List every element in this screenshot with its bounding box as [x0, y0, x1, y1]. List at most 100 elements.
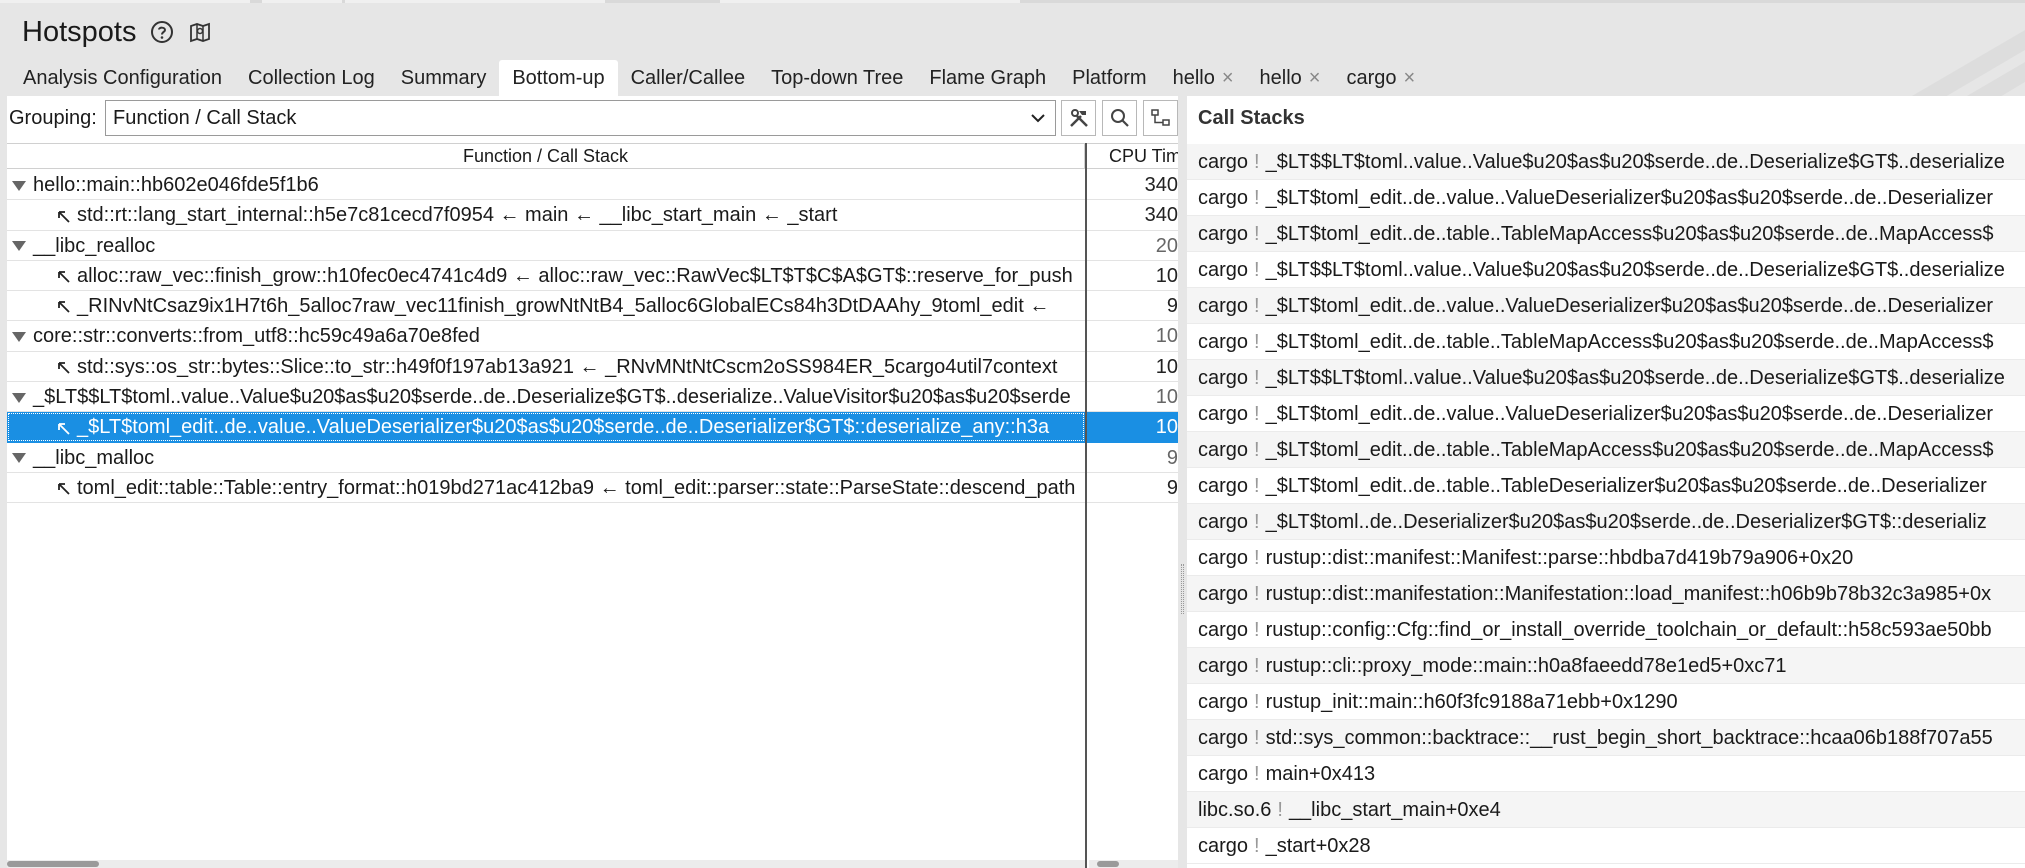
close-icon[interactable]: × — [1309, 60, 1321, 96]
column-divider[interactable] — [1085, 143, 1087, 868]
expand-triangle-icon[interactable] — [12, 392, 26, 403]
expand-triangle-icon[interactable] — [12, 180, 26, 191]
frame-separator: ! — [1254, 151, 1260, 173]
tab-cargo[interactable]: cargo × — [1333, 60, 1428, 96]
call-stack-frame[interactable]: cargo! rustup::config::Cfg::find_or_insta… — [1187, 612, 2025, 648]
function-cell: hello::main::hb602e046fde5f1b6 — [7, 170, 1085, 200]
frame-module: cargo — [1198, 331, 1249, 353]
frame-module: cargo — [1198, 655, 1249, 677]
table-row-call-stack[interactable]: _RINvNtCsaz9ix1H7t6h_5alloc7raw_vec11fin… — [7, 291, 1178, 322]
call-stack-frame[interactable]: cargo! _start+0x28 — [1187, 828, 2025, 864]
tab-top-down-tree[interactable]: Top-down Tree — [758, 60, 916, 96]
tab-label: hello — [1259, 67, 1302, 89]
scrollbar-thumb[interactable] — [7, 861, 99, 867]
function-name: toml_edit::table::Table::entry_format::h… — [77, 476, 1076, 499]
call-stack-frame[interactable]: cargo! _$LT$$LT$toml..value..Value$u20$as… — [1187, 360, 2025, 396]
tab-label: hello — [1172, 67, 1215, 89]
tab-hello[interactable]: hello × — [1160, 60, 1247, 96]
tab-bottom-up[interactable]: Bottom-up — [499, 60, 618, 96]
horizontal-scrollbar-cpu[interactable] — [1089, 860, 1178, 868]
top-strip-segment — [720, 0, 1020, 3]
expand-triangle-icon[interactable] — [12, 332, 26, 343]
frame-module: cargo — [1198, 835, 1249, 857]
frame-module: cargo — [1198, 151, 1249, 173]
tab-collection-log[interactable]: Collection Log — [235, 60, 388, 96]
table-row-function[interactable]: hello::main::hb602e046fde5f1b6 340 — [7, 170, 1178, 201]
grouping-select[interactable]: Function / Call Stack — [105, 100, 1056, 136]
frame-function: _$LT$$LT$toml..value..Value$u20$as$u20$s… — [1265, 367, 2005, 389]
close-icon[interactable]: × — [1222, 60, 1234, 96]
splitter-grip[interactable] — [1181, 564, 1184, 614]
frame-separator: ! — [1254, 187, 1260, 209]
horizontal-scrollbar[interactable] — [7, 860, 1085, 868]
table-row-function[interactable]: core::str::converts::from_utf8::hc59c49a… — [7, 321, 1178, 352]
frame-function: __libc_start_main+0xe4 — [1288, 799, 1501, 821]
table-row-call-stack[interactable]: std::sys::os_str::bytes::Slice::to_str::… — [7, 352, 1178, 383]
function-name: _$LT$$LT$toml..value..Value$u20$as$u20$s… — [33, 386, 1071, 409]
close-icon[interactable]: × — [1404, 60, 1416, 96]
call-stack-frame[interactable]: cargo! _$LT$toml_edit..de..value..ValueDe… — [1187, 396, 2025, 432]
tools-button[interactable] — [1061, 100, 1096, 136]
cpu-time-cell: 10 — [1155, 386, 1178, 409]
map-icon[interactable] — [188, 20, 212, 44]
table-row-call-stack[interactable]: alloc::raw_vec::finish_grow::h10fec0ec47… — [7, 261, 1178, 292]
frame-module: cargo — [1198, 475, 1249, 497]
caller-arrow-icon — [55, 473, 73, 503]
frame-module: cargo — [1198, 295, 1249, 317]
column-header-function[interactable]: Function / Call Stack — [7, 144, 1085, 168]
tab-hello[interactable]: hello × — [1247, 60, 1334, 96]
call-stacks-panel: Call Stacks cargo! _$LT$$LT$toml..value..… — [1187, 96, 2025, 868]
call-stack-frame[interactable]: libc.so.6! __libc_start_main+0xe4 — [1187, 792, 2025, 828]
frame-separator: ! — [1254, 331, 1260, 353]
table-row-function[interactable]: __libc_malloc 9 — [7, 443, 1178, 473]
expand-triangle-icon[interactable] — [12, 241, 26, 252]
call-stack-frame[interactable]: cargo! _$LT$$LT$toml..value..Value$u20$as… — [1187, 144, 2025, 180]
tab-label: Collection Log — [248, 67, 375, 89]
scrollbar-thumb[interactable] — [1097, 861, 1119, 867]
call-stack-frame[interactable]: cargo! _$LT$toml..de..Deserializer$u20$as… — [1187, 504, 2025, 540]
call-stack-frame[interactable]: cargo! main+0x413 — [1187, 756, 2025, 792]
call-stack-frame[interactable]: cargo! rustup::dist::manifestation::Manif… — [1187, 576, 2025, 612]
call-stack-frame[interactable]: cargo! rustup::dist::manifest::Manifest::… — [1187, 540, 2025, 576]
cpu-time-cell: 10 — [1155, 264, 1178, 287]
help-circle-icon[interactable] — [150, 20, 174, 44]
grid-body: hello::main::hb602e046fde5f1b6 340 std::rt… — [7, 170, 1178, 504]
frame-module: cargo — [1198, 511, 1249, 533]
expand-triangle-icon[interactable] — [12, 453, 26, 464]
title-bar: Hotspots — [22, 12, 212, 52]
call-stack-frame[interactable]: cargo! rustup::cli::proxy_mode::main::h0a… — [1187, 648, 2025, 684]
frame-function: _$LT$$LT$toml..value..Value$u20$as$u20$s… — [1265, 151, 2005, 173]
tab-analysis-configuration[interactable]: Analysis Configuration — [10, 60, 235, 96]
table-row-function[interactable]: __libc_realloc 20 — [7, 231, 1178, 261]
pane-splitter[interactable] — [1178, 96, 1187, 868]
call-stacks-title: Call Stacks — [1198, 107, 1305, 129]
call-stack-frame[interactable]: cargo! _$LT$$LT$toml..value..Value$u20$as… — [1187, 252, 2025, 288]
tab-summary[interactable]: Summary — [388, 60, 500, 96]
function-name: _$LT$toml_edit..de..value..ValueDeserial… — [77, 416, 1050, 439]
table-row-call-stack[interactable]: _$LT$toml_edit..de..value..ValueDeserial… — [7, 412, 1178, 443]
frame-module: cargo — [1198, 619, 1249, 641]
call-stack-frame[interactable]: cargo! _$LT$toml_edit..de..table..TableMa… — [1187, 324, 2025, 360]
frame-module: cargo — [1198, 187, 1249, 209]
call-stack-frame[interactable]: cargo! _$LT$toml_edit..de..table..TableDe… — [1187, 468, 2025, 504]
call-stack-frame[interactable]: cargo! std::sys_common::backtrace::__rust… — [1187, 720, 2025, 756]
call-stack-frame[interactable]: cargo! rustup_init::main::h60f3fc9188a71e… — [1187, 684, 2025, 720]
call-stack-frame[interactable]: cargo! _$LT$toml_edit..de..table..TableMa… — [1187, 432, 2025, 468]
frame-module: cargo — [1198, 763, 1249, 785]
cpu-time-cell: 9 — [1166, 446, 1178, 469]
top-strip-segment — [0, 0, 250, 3]
table-row-call-stack[interactable]: toml_edit::table::Table::entry_format::h… — [7, 473, 1178, 504]
call-stack-frame[interactable]: cargo! _$LT$toml_edit..de..value..ValueDe… — [1187, 288, 2025, 324]
tree-view-button[interactable] — [1143, 100, 1178, 136]
caller-arrow-icon — [55, 200, 73, 230]
table-row-call-stack[interactable]: std::rt::lang_start_internal::h5e7c81cec… — [7, 200, 1178, 231]
call-stack-frame[interactable]: cargo! _$LT$toml_edit..de..table..TableMa… — [1187, 216, 2025, 252]
tab-flame-graph[interactable]: Flame Graph — [916, 60, 1059, 96]
search-button[interactable] — [1102, 100, 1137, 136]
tab-caller-callee[interactable]: Caller/Callee — [618, 60, 759, 96]
table-row-function[interactable]: _$LT$$LT$toml..value..Value$u20$as$u20$s… — [7, 382, 1178, 413]
frame-separator: ! — [1254, 475, 1260, 497]
tab-platform[interactable]: Platform — [1059, 60, 1159, 96]
column-header-cpu-time[interactable]: CPU Time — [1087, 144, 1178, 168]
call-stack-frame[interactable]: cargo! _$LT$toml_edit..de..value..ValueDe… — [1187, 180, 2025, 216]
